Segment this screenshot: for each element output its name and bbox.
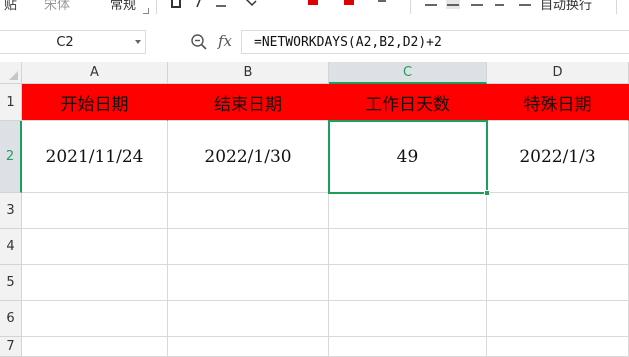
cell-d1[interactable]: 特殊日期 (487, 84, 629, 121)
toolbar-divider-3 (616, 0, 617, 14)
formula-bar: C2 fx =NETWORKDAYS(A2,B2,D2)+2 (0, 22, 629, 62)
font-name-box[interactable]: 宋体 (44, 0, 70, 13)
select-all-triangle-icon (9, 71, 18, 80)
cell-c1[interactable]: 工作日天数 (329, 84, 487, 121)
cell-c6[interactable] (329, 301, 487, 337)
fill-handle[interactable] (484, 190, 490, 196)
row-header-4[interactable]: 4 (0, 229, 22, 265)
insert-function-icon[interactable]: fx (218, 32, 232, 50)
clear-format-icon[interactable] (376, 0, 390, 9)
formula-input[interactable]: =NETWORKDAYS(A2,B2,D2)+2 (241, 30, 629, 54)
cell-b1[interactable]: 结束日期 (168, 84, 329, 121)
cell-d4[interactable] (487, 229, 629, 265)
wrap-text-button[interactable]: 自动换行 (540, 0, 592, 13)
cell-b5[interactable] (168, 265, 329, 301)
column-header-b[interactable]: B (168, 62, 329, 84)
cell-d2[interactable]: 2022/1/3 (487, 121, 629, 193)
cell-c7[interactable] (329, 337, 487, 357)
row-header-3[interactable]: 3 (0, 193, 22, 229)
cell-c2[interactable]: 49 (329, 121, 487, 193)
toolbar-divider (156, 0, 157, 14)
fill-color-red-icon[interactable] (306, 0, 320, 9)
name-box-value: C2 (56, 35, 74, 50)
zoom-search-icon[interactable] (190, 33, 208, 51)
font-color-red-icon[interactable] (342, 0, 356, 9)
dialog-launcher-icon[interactable] (143, 8, 149, 14)
cell-a2[interactable]: 2021/11/24 (22, 121, 168, 193)
toolbar-divider-2 (410, 0, 411, 14)
fill-color-icon[interactable] (244, 0, 258, 9)
number-format-box[interactable]: 常规 (110, 0, 136, 13)
chevron-down-icon[interactable] (135, 40, 141, 44)
cell-d7[interactable] (487, 337, 629, 357)
row-header-5[interactable]: 5 (0, 265, 22, 301)
row-header-7[interactable]: 7 (0, 337, 22, 357)
cell-b6[interactable] (168, 301, 329, 337)
cell-c5[interactable] (329, 265, 487, 301)
cell-a4[interactable] (22, 229, 168, 265)
paste-label[interactable]: 贴 (4, 0, 17, 13)
column-header-c[interactable]: C (329, 62, 487, 84)
italic-icon[interactable] (192, 0, 206, 9)
align-middle-icon[interactable] (446, 0, 460, 9)
select-all-corner[interactable] (0, 62, 22, 84)
row-header-1[interactable]: 1 (0, 84, 22, 121)
cell-b3[interactable] (168, 193, 329, 229)
column-header-a[interactable]: A (22, 62, 168, 84)
merge-icon[interactable] (518, 0, 532, 9)
align-bottom-icon[interactable] (470, 0, 484, 9)
align-left-icon[interactable] (494, 0, 508, 9)
cell-a3[interactable] (22, 193, 168, 229)
column-header-d[interactable]: D (487, 62, 629, 84)
cell-a7[interactable] (22, 337, 168, 357)
spreadsheet-grid: A B C D 1 2 3 4 5 6 7 开始日期 结束日期 工作日天数 特殊… (0, 62, 629, 357)
ribbon-toolbar: 贴 宋体 常规 自动换行 (0, 0, 629, 22)
cell-c3[interactable] (329, 193, 487, 229)
cell-b7[interactable] (168, 337, 329, 357)
cell-c4[interactable] (329, 229, 487, 265)
bold-icon[interactable] (170, 0, 184, 9)
cell-a6[interactable] (22, 301, 168, 337)
formula-text: =NETWORKDAYS(A2,B2,D2)+2 (254, 35, 442, 50)
row-header-2[interactable]: 2 (0, 121, 22, 193)
cell-d3[interactable] (487, 193, 629, 229)
cell-b2[interactable]: 2022/1/30 (168, 121, 329, 193)
cell-d6[interactable] (487, 301, 629, 337)
cell-d5[interactable] (487, 265, 629, 301)
align-top-icon[interactable] (424, 0, 438, 9)
row-header-6[interactable]: 6 (0, 301, 22, 337)
name-box[interactable]: C2 (0, 30, 146, 54)
cell-a5[interactable] (22, 265, 168, 301)
cell-b4[interactable] (168, 229, 329, 265)
cell-a1[interactable]: 开始日期 (22, 84, 168, 121)
underline-icon[interactable] (214, 0, 228, 9)
